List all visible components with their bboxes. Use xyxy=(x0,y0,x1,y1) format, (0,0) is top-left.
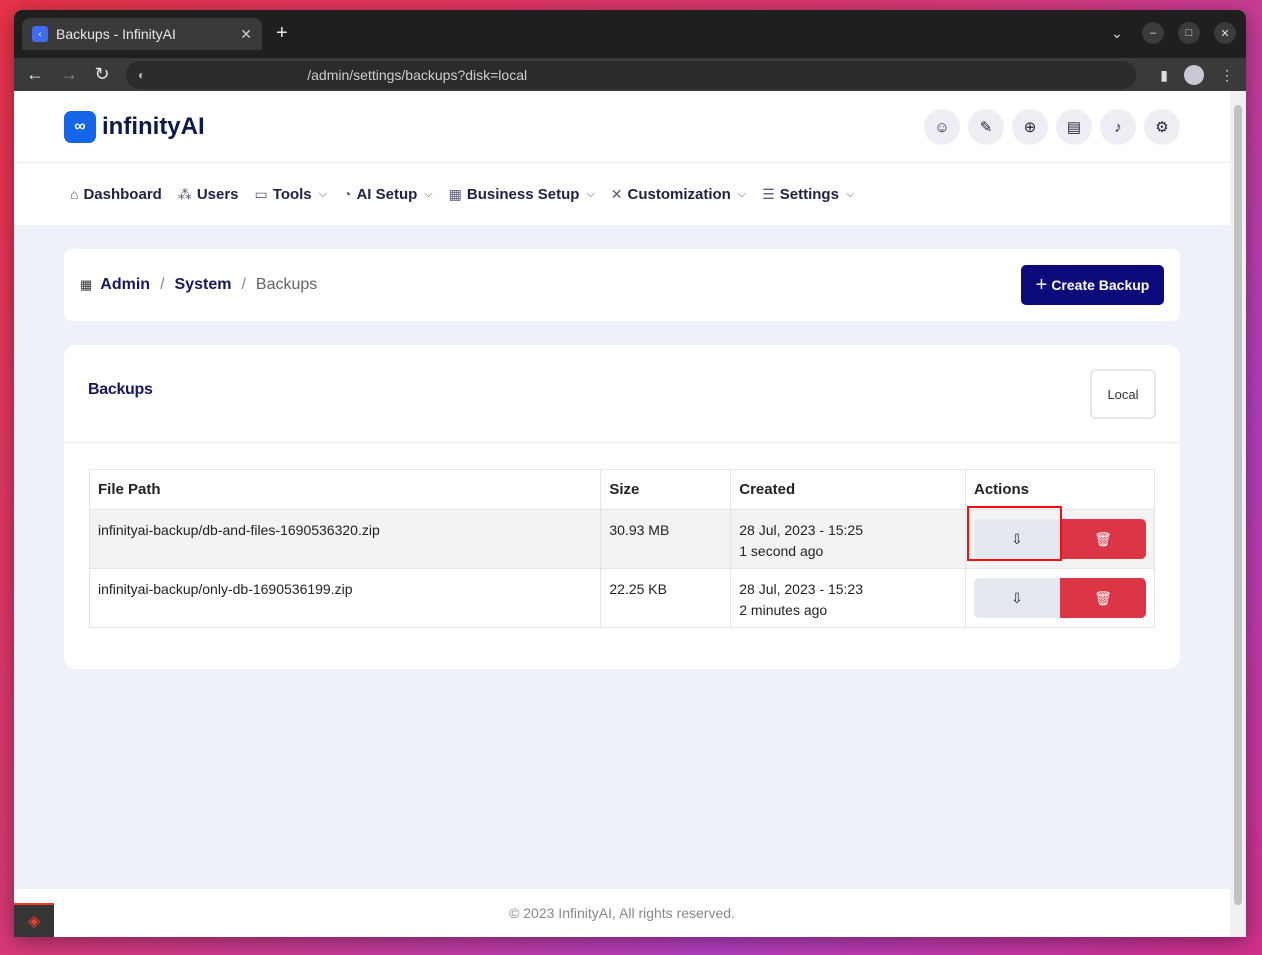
menu-users[interactable]: ⁂ Users xyxy=(178,186,239,203)
menu-dashboard[interactable]: ⌂ Dashboard xyxy=(70,186,162,203)
breadcrumb: ▦ Admin / System / Backups + Create Back… xyxy=(64,249,1180,321)
trash-icon: 🗑 xyxy=(1094,530,1112,547)
created-date: 28 Jul, 2023 - 15:23 xyxy=(739,581,864,597)
cell-size: 30.93 MB xyxy=(600,509,732,569)
menu-ai-setup[interactable]: ◔ AI Setup ⌵ xyxy=(343,186,433,203)
site-info-icon[interactable]: ◐ xyxy=(138,68,145,82)
maximize-icon[interactable]: □ xyxy=(1178,22,1200,44)
breadcrumb-admin[interactable]: Admin xyxy=(100,276,150,294)
menu-kebab-icon[interactable]: ⋮ xyxy=(1220,67,1234,84)
menu-business-setup[interactable]: ▦ Business Setup ⌵ xyxy=(449,186,595,203)
back-icon[interactable]: ← xyxy=(26,64,44,85)
tools-icon: ✕ xyxy=(610,185,623,202)
download-button[interactable]: ⇩ xyxy=(974,578,1060,618)
created-date: 28 Jul, 2023 - 15:25 xyxy=(739,522,864,538)
created-ago: 2 minutes ago xyxy=(739,602,828,618)
disk-select[interactable]: Local xyxy=(1090,369,1156,419)
sidebar-icon[interactable]: ▮ xyxy=(1160,67,1168,84)
scrollbar[interactable] xyxy=(1230,91,1246,937)
col-file-path: File Path xyxy=(88,469,602,510)
user-settings-icon[interactable]: ⚙ xyxy=(1144,109,1180,145)
breadcrumb-separator: / xyxy=(241,276,246,293)
menu-label: Users xyxy=(196,185,239,203)
menu-tools[interactable]: ▭ Tools ⌵ xyxy=(255,186,327,203)
menu-label: Dashboard xyxy=(83,185,162,203)
col-size: Size xyxy=(600,469,732,510)
cell-created: 28 Jul, 2023 - 15:23 2 minutes ago xyxy=(730,568,966,628)
logo-infinity-icon: ∞ xyxy=(64,111,96,143)
brush-icon[interactable]: ✎ xyxy=(968,109,1004,145)
delete-button[interactable]: 🗑 xyxy=(1060,519,1146,559)
created-ago: 1 second ago xyxy=(739,543,824,559)
favicon-icon: ‹ xyxy=(32,26,48,42)
logo-text: infinityAI xyxy=(102,113,205,140)
menu-label: Business Setup xyxy=(466,185,580,203)
tab-search-icon[interactable]: ⌄ xyxy=(1106,22,1128,44)
cell-actions: ⇩ 🗑 xyxy=(965,568,1155,628)
window-close-icon[interactable]: ✕ xyxy=(1214,22,1236,44)
card-header: Backups Local xyxy=(64,345,1180,443)
trash-icon: 🗑 xyxy=(1094,589,1112,606)
logo[interactable]: ∞ infinityAI xyxy=(64,111,205,143)
chevron-down-icon: ⌵ xyxy=(318,187,327,200)
url-text: /admin/settings/backups?disk=local xyxy=(307,67,528,83)
tab-title: Backups - InfinityAI xyxy=(56,26,176,42)
chevron-down-icon: ⌵ xyxy=(586,187,595,200)
menu-label: AI Setup xyxy=(356,185,418,203)
building-icon: ▦ xyxy=(448,185,462,202)
card-title: Backups xyxy=(88,381,153,398)
menu-customization[interactable]: ✕ Customization ⌵ xyxy=(611,186,746,203)
url-field[interactable]: ◐ /admin/settings/backups?disk=local xyxy=(126,61,1136,89)
new-tab-icon[interactable]: + xyxy=(276,22,288,45)
create-backup-label: Create Backup xyxy=(1051,277,1150,293)
laravel-debug-icon[interactable]: ◈ xyxy=(14,903,54,937)
cell-path: infinityai-backup/db-and-files-169053632… xyxy=(88,509,602,569)
chevron-down-icon: ⌵ xyxy=(845,187,855,200)
reload-icon[interactable]: ↻ xyxy=(94,64,110,85)
app-header: ∞ infinityAI ☺ ✎ ⊕ ▤ ♪ ⚙ xyxy=(14,91,1230,163)
col-actions: Actions xyxy=(965,469,1155,510)
breadcrumb-separator: / xyxy=(160,276,165,293)
profile-avatar[interactable] xyxy=(1184,65,1204,85)
language-icon[interactable]: ▤ xyxy=(1056,109,1092,145)
user-icon[interactable]: ☺ xyxy=(924,109,960,145)
tab-bar: ‹ Backups - InfinityAI ✕ + ⌄ – □ ✕ xyxy=(14,10,1246,58)
close-tab-icon[interactable]: ✕ xyxy=(240,26,252,43)
forward-icon[interactable]: → xyxy=(60,64,78,85)
globe-icon[interactable]: ⊕ xyxy=(1012,109,1048,145)
menu-label: Customization xyxy=(627,185,731,203)
breadcrumb-system[interactable]: System xyxy=(175,276,232,294)
breadcrumb-current: Backups xyxy=(255,276,318,293)
chevron-down-icon: ⌵ xyxy=(737,187,747,200)
grid-icon: ▦ xyxy=(80,277,93,292)
plus-icon: + xyxy=(1035,273,1048,296)
sliders-icon: ☰ xyxy=(762,185,775,202)
users-icon: ⁂ xyxy=(177,185,192,202)
browser-tab[interactable]: ‹ Backups - InfinityAI ✕ xyxy=(22,18,262,50)
create-backup-button[interactable]: + Create Backup xyxy=(1021,265,1164,305)
delete-button[interactable]: 🗑 xyxy=(1060,578,1146,618)
highlight-box xyxy=(967,506,1062,561)
col-created: Created xyxy=(730,469,966,510)
table-row: infinityai-backup/only-db-1690536199.zip… xyxy=(88,568,1155,628)
footer: © 2023 InfinityAI, All rights reserved. xyxy=(14,889,1230,937)
cell-created: 28 Jul, 2023 - 15:25 1 second ago xyxy=(730,509,966,569)
menu-settings[interactable]: ☰ Settings ⌵ xyxy=(762,186,854,203)
cell-path: infinityai-backup/only-db-1690536199.zip xyxy=(88,568,602,628)
bell-icon[interactable]: ♪ xyxy=(1100,109,1136,145)
menu-label: Tools xyxy=(272,185,312,203)
home-icon: ⌂ xyxy=(70,186,79,202)
scrollbar-thumb[interactable] xyxy=(1234,105,1242,905)
cloud-download-icon: ⇩ xyxy=(1011,589,1023,606)
address-bar: ← → ↻ ◐ /admin/settings/backups?disk=loc… xyxy=(14,58,1246,91)
chevron-down-icon: ⌵ xyxy=(424,187,433,200)
main-menu: ⌂ Dashboard ⁂ Users ▭ Tools ⌵ ◔ AI Setup ⌵ ▦ Bu… xyxy=(14,163,1230,225)
minimize-icon[interactable]: – xyxy=(1142,22,1164,44)
briefcase-icon: ▭ xyxy=(254,185,268,202)
browser-window: ‹ Backups - InfinityAI ✕ + ⌄ – □ ✕ ← → ↻… xyxy=(14,10,1246,937)
gauge-icon: ◔ xyxy=(343,186,352,202)
menu-label: Settings xyxy=(779,185,839,203)
cell-size: 22.25 KB xyxy=(600,568,732,628)
